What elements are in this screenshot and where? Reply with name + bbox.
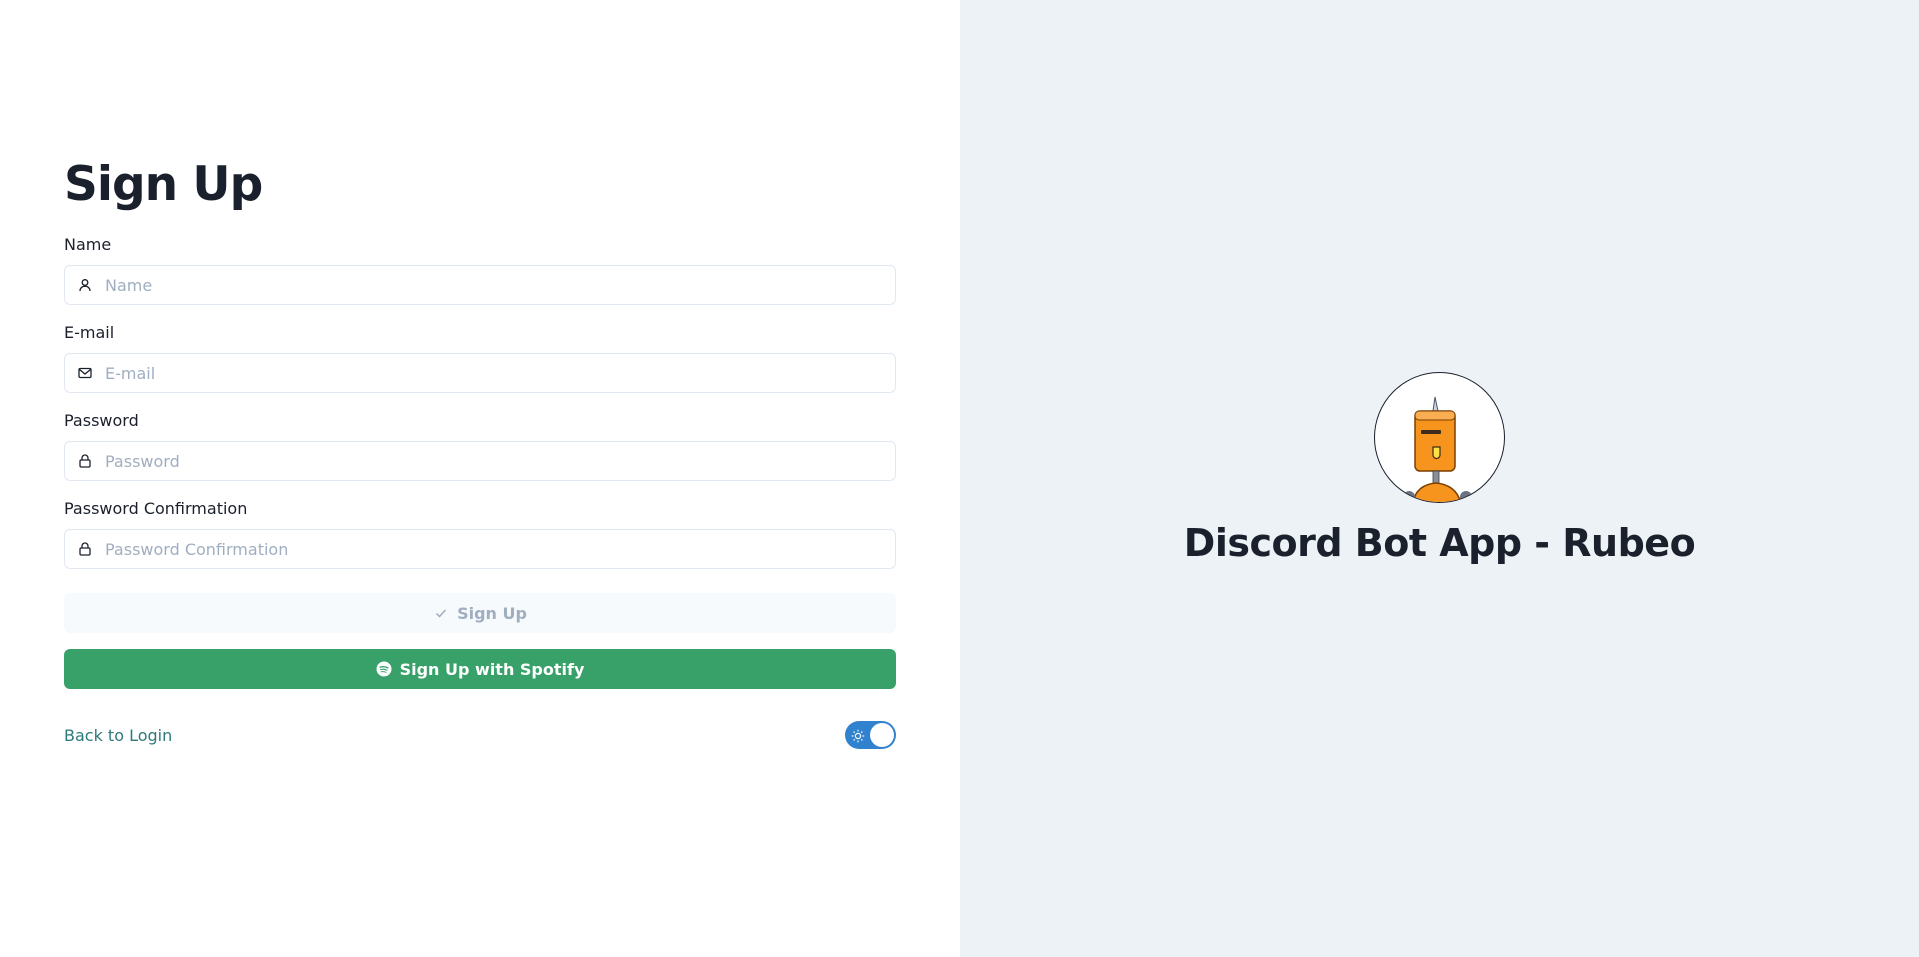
name-input[interactable] [105,266,885,304]
signup-button[interactable]: Sign Up [64,593,896,633]
robot-avatar [1374,372,1505,503]
page-title: Sign Up [64,157,263,212]
mail-icon [77,365,93,381]
password-input[interactable] [105,442,885,480]
sun-icon [851,728,865,743]
name-field-group: Name [64,233,896,305]
color-mode-toggle[interactable] [845,721,896,749]
password-label: Password [64,411,139,430]
email-field-group: E-mail [64,321,896,393]
spotify-icon [376,661,392,677]
name-label: Name [64,235,112,254]
email-label: E-mail [64,323,115,342]
robot-illustration [1403,396,1472,502]
toggle-knob [870,723,894,747]
password-confirmation-label: Password Confirmation [64,499,248,518]
signup-panel: Sign Up Name E-mail [0,0,960,957]
form-footer: Back to Login [64,721,896,749]
password-input-wrapper [64,441,896,481]
lock-icon [77,541,93,557]
brand-title: Discord Bot App - Rubeo [1183,521,1696,565]
user-icon [77,277,93,293]
check-icon [433,605,449,621]
lock-icon [77,453,93,469]
password-field-group: Password [64,409,896,481]
password-confirmation-input-wrapper [64,529,896,569]
password-confirmation-input[interactable] [105,530,885,568]
signup-spotify-button-label: Sign Up with Spotify [399,659,585,679]
email-input[interactable] [105,354,885,392]
brand-block: Discord Bot App - Rubeo [1080,372,1799,567]
email-input-wrapper [64,353,896,393]
password-confirmation-field-group: Password Confirmation [64,497,896,569]
signup-button-label: Sign Up [457,603,527,623]
name-input-wrapper [64,265,896,305]
back-to-login-link[interactable]: Back to Login [64,726,172,745]
signup-spotify-button[interactable]: Sign Up with Spotify [64,649,896,689]
signup-form: Sign Up Name E-mail [64,152,896,749]
